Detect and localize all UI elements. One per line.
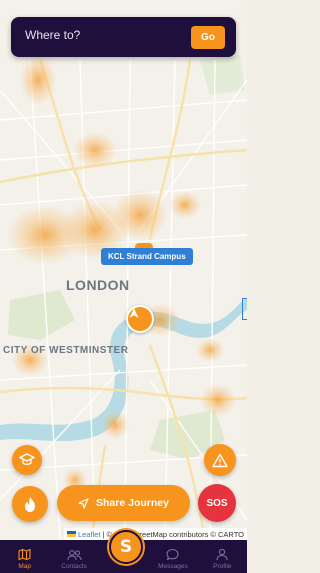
nav-label-profile: Profile xyxy=(213,563,232,570)
contacts-icon xyxy=(67,550,82,561)
send-arrow-icon xyxy=(78,497,89,509)
nav-label-messages: Messages xyxy=(158,563,188,570)
sos-button[interactable]: SOS xyxy=(198,484,236,522)
warning-icon xyxy=(212,453,228,467)
go-button[interactable]: Go xyxy=(191,26,225,49)
nav-item-messages[interactable]: Messages xyxy=(148,540,197,573)
share-journey-button[interactable]: Share Journey xyxy=(57,485,190,521)
app-screen: LONDON CITY OF WESTMINSTER KCL Strand Ca… xyxy=(0,0,247,573)
map-attribution: Leaflet | © OpenStreetMap contributors ©… xyxy=(64,528,247,540)
nav-item-profile[interactable]: Profile xyxy=(198,540,247,573)
app-logo-button[interactable]: S xyxy=(109,530,143,564)
user-location-marker xyxy=(126,305,154,333)
map-icon xyxy=(18,548,31,561)
app-logo: S xyxy=(119,537,133,557)
share-journey-label: Share Journey xyxy=(96,497,169,509)
heatmap-toggle-button[interactable] xyxy=(12,486,48,522)
campus-label[interactable]: KCL Strand Campus xyxy=(101,248,193,265)
city-label: LONDON xyxy=(66,277,130,293)
nav-item-contacts[interactable]: Contacts xyxy=(49,540,98,573)
report-hazard-button[interactable] xyxy=(204,444,236,476)
district-label: CITY OF WESTMINSTER xyxy=(3,345,129,356)
leaflet-link[interactable]: Leaflet xyxy=(78,530,101,539)
navigation-arrow-icon xyxy=(129,308,139,318)
profile-icon xyxy=(216,548,228,561)
destination-search-input[interactable]: Where to? xyxy=(25,28,80,42)
ukraine-flag-icon xyxy=(67,531,77,537)
flame-icon xyxy=(25,496,35,512)
attribution-separator: | xyxy=(102,529,105,539)
map-edge-marker xyxy=(242,298,247,320)
nav-label-map: Map xyxy=(18,563,32,570)
campus-button[interactable] xyxy=(12,445,42,475)
search-bar[interactable]: Where to? Go xyxy=(11,17,236,57)
nav-label-contacts: Contacts xyxy=(61,563,87,570)
messages-icon xyxy=(166,548,179,561)
nav-item-map[interactable]: Map xyxy=(0,540,49,573)
graduation-cap-icon xyxy=(19,453,35,466)
